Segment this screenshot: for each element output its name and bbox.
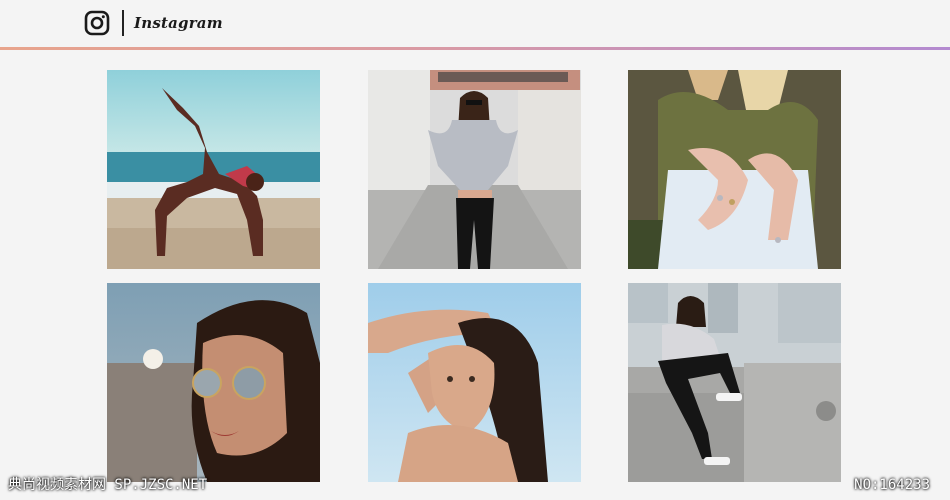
watermark-site: 典尚视频素材网 SP.JZSC.NET	[8, 477, 208, 493]
header-gradient-line	[0, 47, 950, 50]
instagram-camera-icon[interactable]	[84, 10, 110, 36]
woman-sitting-on-concrete-photo	[628, 283, 841, 482]
brand-wordmark[interactable]: Instagram	[134, 10, 223, 36]
hands-with-rings-photo	[628, 70, 841, 269]
yoga-backbend-beach-photo	[107, 70, 320, 269]
woman-grey-sweater-street-photo	[368, 70, 581, 269]
woman-hands-in-hair-photo	[368, 283, 581, 482]
woman-round-sunglasses-photo	[107, 283, 320, 482]
logo-divider	[122, 10, 124, 36]
photo-grid	[107, 70, 842, 484]
watermark-number: NO:164233	[854, 477, 930, 493]
photo-tile-hands-in-hair[interactable]	[368, 283, 581, 482]
photo-tile-street-sweater[interactable]	[368, 70, 581, 269]
photo-tile-sunglasses[interactable]	[107, 283, 320, 482]
photo-tile-sitting-concrete[interactable]	[628, 283, 841, 482]
photo-tile-hands-rings[interactable]	[628, 70, 841, 269]
top-bar: Instagram	[0, 0, 950, 48]
photo-tile-yoga-beach[interactable]	[107, 70, 320, 269]
